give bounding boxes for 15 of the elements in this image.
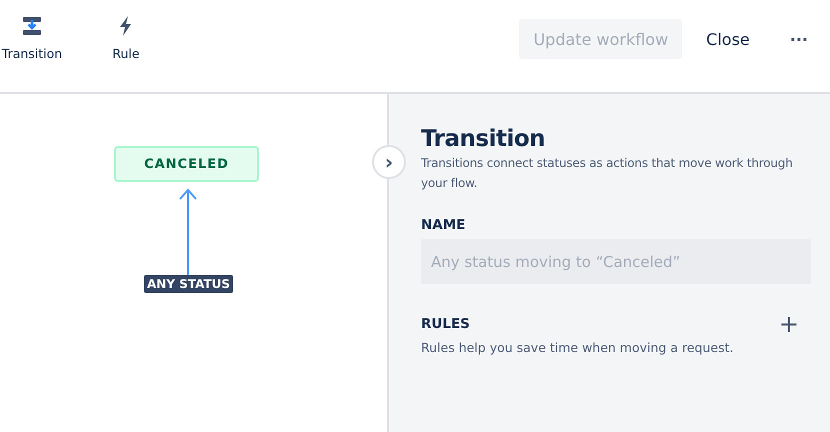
transition-icon	[20, 14, 44, 38]
panel-title: Transition	[421, 126, 546, 152]
collapse-button[interactable]: ›	[372, 145, 406, 179]
tool-button[interactable]: Transition	[0, 14, 64, 61]
name-field[interactable]: Any status moving to “Canceled”	[421, 239, 811, 284]
panel-description: Transitions connect statuses as actions that move work through your flow.	[421, 155, 794, 192]
tool-button[interactable]: Rule	[94, 14, 158, 61]
add-button[interactable]: +	[778, 312, 799, 336]
more-button[interactable]: ···	[782, 19, 816, 59]
source-label: ANY STATUS	[144, 275, 234, 293]
status-node[interactable]: CANCELED	[114, 146, 259, 182]
close-button[interactable]: Close	[694, 19, 762, 59]
rules-hint: Rules help you save time when moving a request.	[421, 340, 734, 355]
name-label: NAME	[421, 217, 466, 233]
rules-label: RULES	[421, 316, 470, 332]
